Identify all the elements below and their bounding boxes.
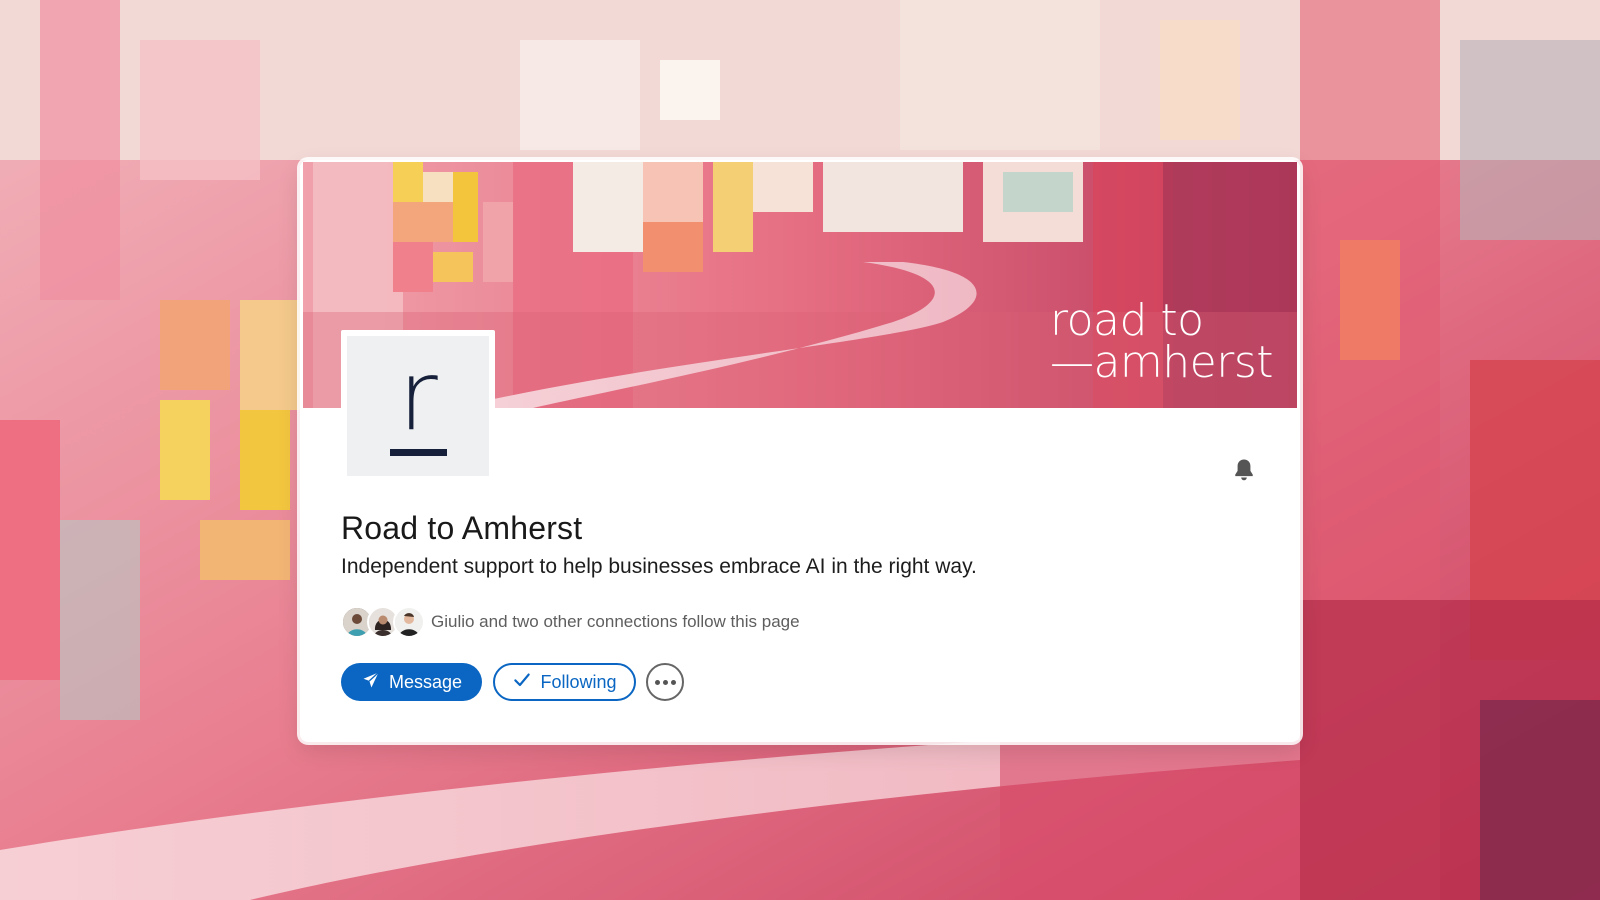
more-icon	[653, 679, 677, 685]
bell-icon[interactable]	[1230, 456, 1258, 484]
page-title: Road to Amherst	[341, 510, 583, 546]
following-button-label: Following	[540, 671, 617, 692]
banner-line-1: road to	[1049, 295, 1204, 346]
banner-wordmark: road to —amherst	[1049, 295, 1274, 388]
more-options-button[interactable]	[646, 663, 684, 701]
send-icon	[361, 670, 381, 695]
message-button[interactable]: Message	[341, 663, 482, 701]
following-button[interactable]: Following	[493, 663, 636, 701]
check-icon	[512, 670, 532, 695]
connections-follow-text[interactable]: Giulio and two other connections follow …	[431, 612, 800, 632]
logo-letter: r	[398, 340, 438, 452]
company-page-card: road to —amherst r Road to Amherst Indep…	[300, 160, 1300, 742]
company-logo[interactable]: r	[341, 330, 495, 478]
logo-underline	[390, 449, 447, 456]
banner-line-2: —amherst	[1049, 337, 1274, 388]
company-tagline: Independent support to help businesses e…	[341, 555, 977, 578]
connection-avatars[interactable]	[341, 606, 425, 638]
message-button-label: Message	[388, 671, 463, 692]
logo-inner: r	[347, 336, 489, 476]
avatar	[393, 606, 425, 638]
